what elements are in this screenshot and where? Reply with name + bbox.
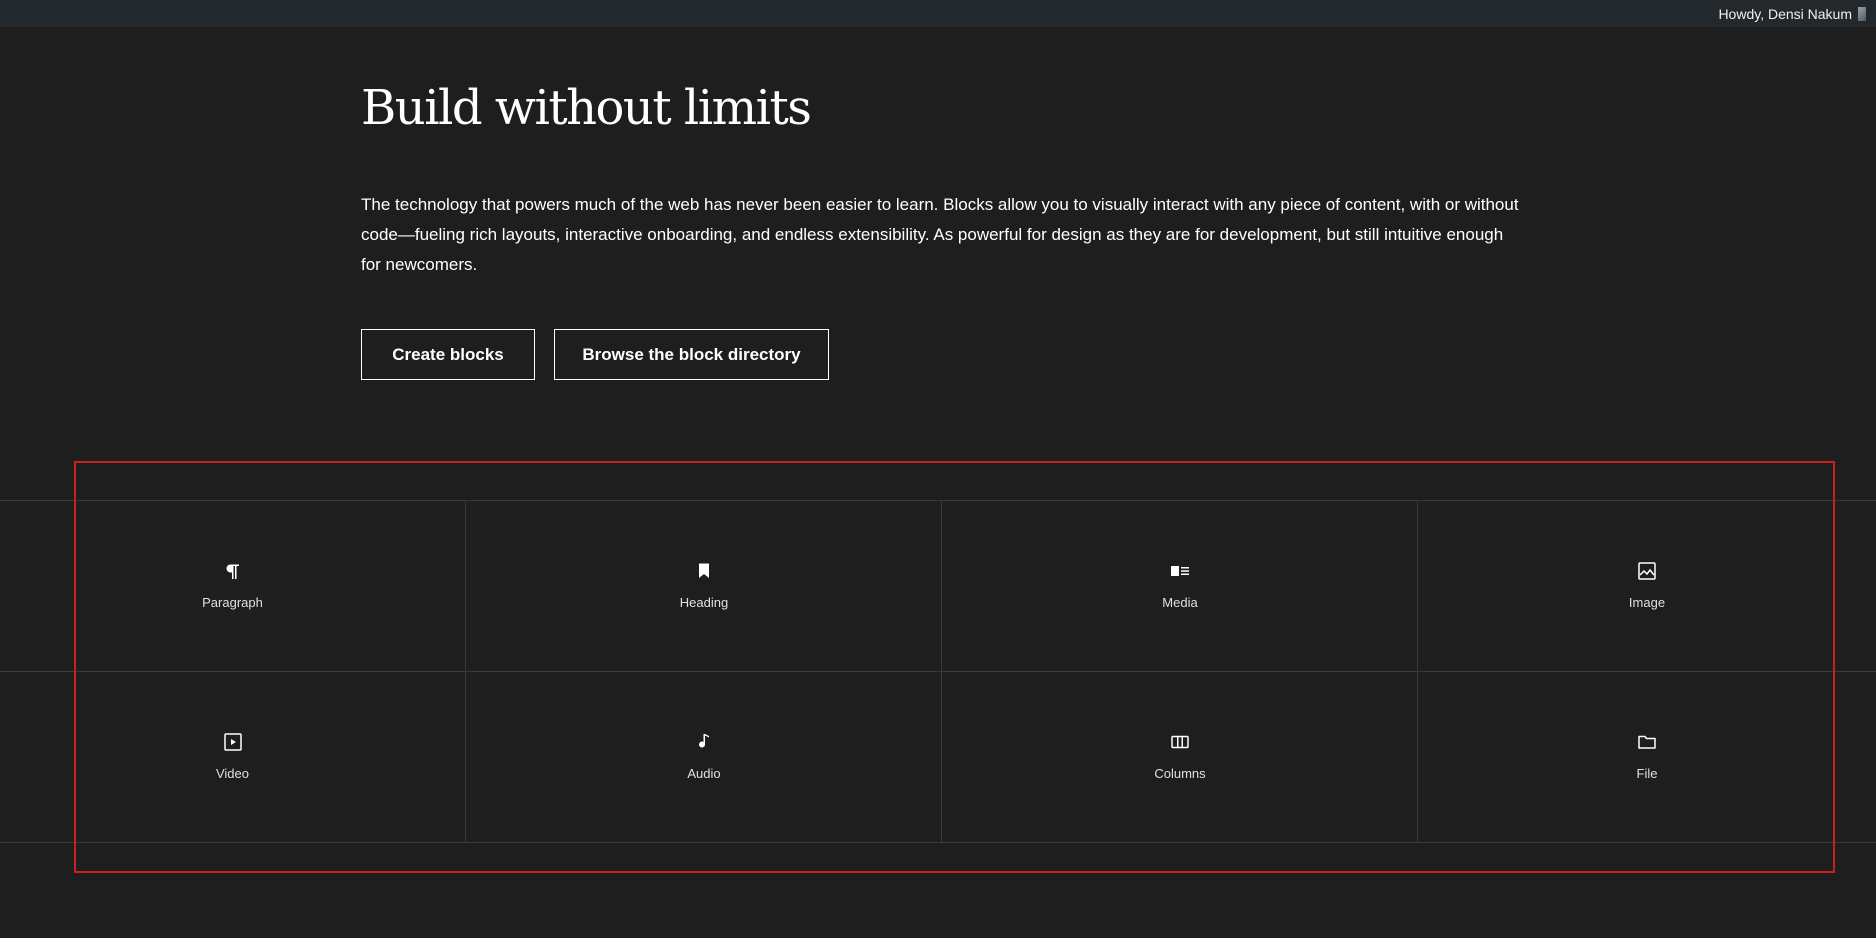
heading-icon [692, 559, 716, 583]
hero-description: The technology that powers much of the w… [361, 195, 1519, 274]
block-grid-row: Video Audio Columns File [0, 672, 1876, 843]
image-icon [1635, 559, 1659, 583]
block-label: Media [1162, 595, 1198, 610]
audio-icon [692, 730, 716, 754]
block-item-file[interactable]: File [1417, 672, 1876, 843]
paragraph-icon [221, 559, 245, 583]
columns-icon [1168, 730, 1192, 754]
block-item-heading[interactable]: Heading [465, 501, 942, 672]
block-item-video[interactable]: Video [0, 672, 465, 843]
page-title: Build without limits [361, 80, 812, 136]
block-item-columns[interactable]: Columns [941, 672, 1418, 843]
block-label: File [1636, 766, 1658, 781]
greeting-text[interactable]: Howdy, Densi Nakum [1718, 6, 1852, 22]
video-icon [221, 730, 245, 754]
block-label: Audio [687, 766, 721, 781]
block-item-paragraph[interactable]: Paragraph [0, 501, 465, 672]
block-label: Paragraph [202, 595, 263, 610]
browse-block-directory-button[interactable]: Browse the block directory [554, 329, 829, 380]
block-grid-row: Paragraph Heading Media Image [0, 501, 1876, 672]
block-grid: Paragraph Heading Media Image Video Audi… [0, 500, 1876, 843]
block-label: Columns [1154, 766, 1206, 781]
block-item-media[interactable]: Media [941, 501, 1418, 672]
block-item-image[interactable]: Image [1417, 501, 1876, 672]
block-item-audio[interactable]: Audio [465, 672, 942, 843]
block-label: Image [1628, 595, 1666, 610]
admin-bar: Howdy, Densi Nakum [0, 0, 1876, 27]
user-greeting[interactable]: Howdy, Densi Nakum [1718, 0, 1866, 27]
file-folder-icon [1635, 730, 1659, 754]
create-blocks-button[interactable]: Create blocks [361, 329, 535, 380]
media-text-icon [1168, 559, 1192, 583]
avatar[interactable] [1858, 6, 1866, 21]
block-label: Video [215, 766, 249, 781]
block-label: Heading [679, 595, 729, 610]
